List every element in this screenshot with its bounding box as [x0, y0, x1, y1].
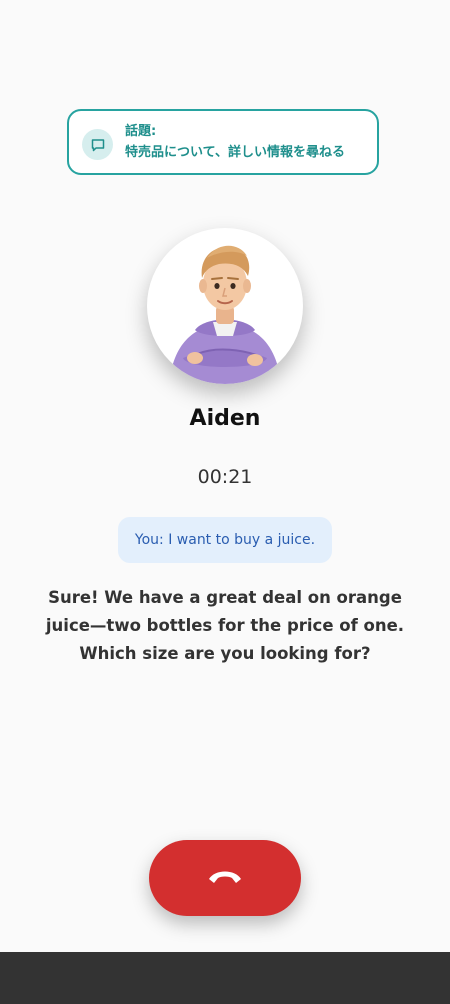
phone-hangup-icon	[205, 865, 245, 891]
caller-name: Aiden	[189, 406, 261, 431]
assistant-reply: Sure! We have a great deal on orange jui…	[45, 588, 405, 663]
hang-up-button[interactable]	[149, 840, 301, 916]
chat-bubble-icon	[82, 129, 113, 160]
system-nav-bar	[0, 952, 450, 1004]
topic-value: 特売品について、詳しい情報を尋ねる	[125, 145, 345, 160]
user-message-bubble: You: I want to buy a juice.	[118, 517, 332, 563]
call-timer: 00:21	[197, 466, 253, 488]
avatar	[147, 228, 303, 384]
topic-card: 話題: 特売品について、詳しい情報を尋ねる	[67, 109, 379, 175]
topic-label: 話題:	[125, 124, 157, 139]
